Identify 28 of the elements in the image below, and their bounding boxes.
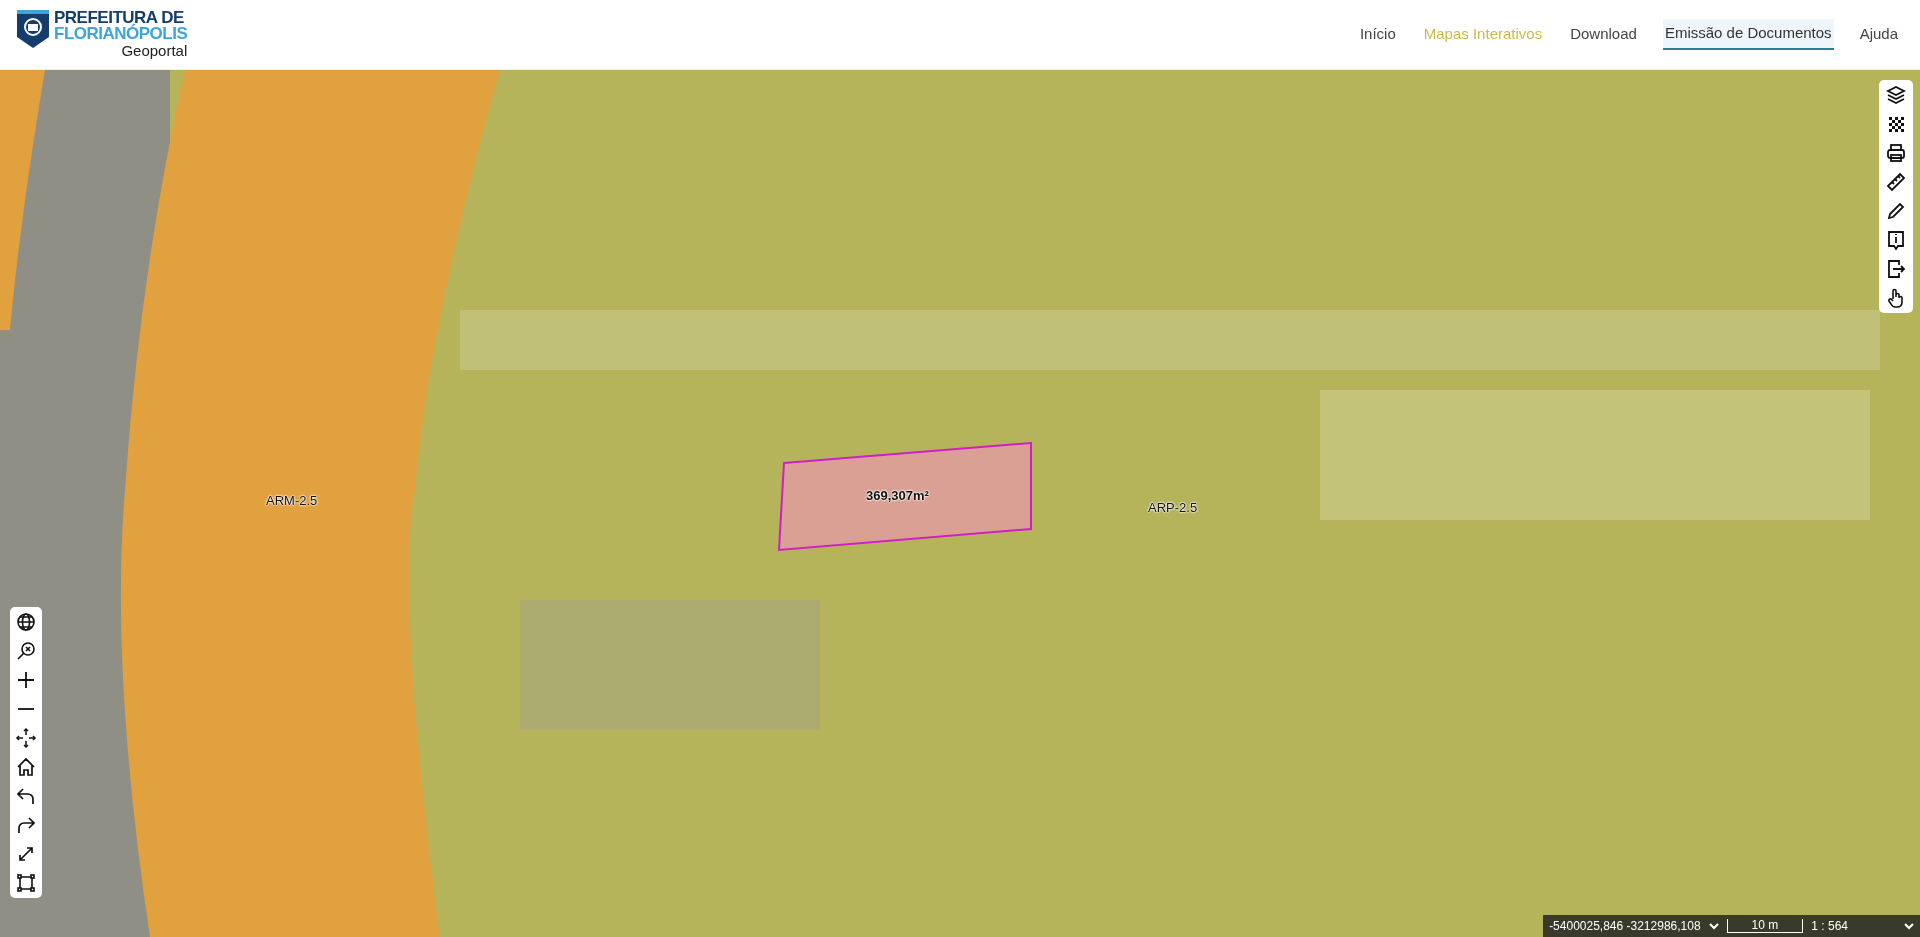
- ruler-icon[interactable]: [1885, 171, 1907, 193]
- nav-link[interactable]: Ajuda: [1857, 20, 1900, 49]
- portal-subtitle: Geoportal: [120, 42, 188, 60]
- chevron-down-icon[interactable]: [1708, 922, 1719, 930]
- zone-label: ARP-2.5: [1148, 499, 1198, 517]
- info-icon[interactable]: [1885, 229, 1907, 251]
- zoom-in-icon[interactable]: [15, 669, 37, 691]
- nav-link[interactable]: Emissão de Documentos: [1662, 19, 1834, 50]
- polygon-select-icon[interactable]: [15, 872, 37, 894]
- exit-icon[interactable]: [1885, 258, 1907, 280]
- coat-of-arms-shield-icon: [16, 9, 50, 49]
- coordinates-readout: -5400025,846 -3212986,108: [1549, 918, 1701, 935]
- pan-arrows-icon[interactable]: [15, 727, 37, 749]
- home-icon[interactable]: [15, 756, 37, 778]
- print-icon[interactable]: [1885, 142, 1907, 164]
- redo-arrow-icon[interactable]: [15, 814, 37, 836]
- undo-arrow-icon[interactable]: [15, 785, 37, 807]
- chevron-down-icon[interactable]: [1904, 922, 1914, 930]
- globe-icon[interactable]: [15, 611, 37, 633]
- zone-label: ARM-2.5: [266, 492, 318, 510]
- nav-link[interactable]: Início: [1357, 20, 1398, 49]
- zoom-extent-icon[interactable]: [15, 640, 37, 662]
- scale-bar: 10 m: [1726, 919, 1804, 933]
- scale-ratio: 1 : 564: [1811, 918, 1848, 935]
- parcel-area-label: 369,307m²: [866, 487, 929, 505]
- pencil-icon[interactable]: [1885, 200, 1907, 222]
- layers-icon[interactable]: [1885, 84, 1907, 106]
- nav-link[interactable]: Download: [1568, 20, 1639, 49]
